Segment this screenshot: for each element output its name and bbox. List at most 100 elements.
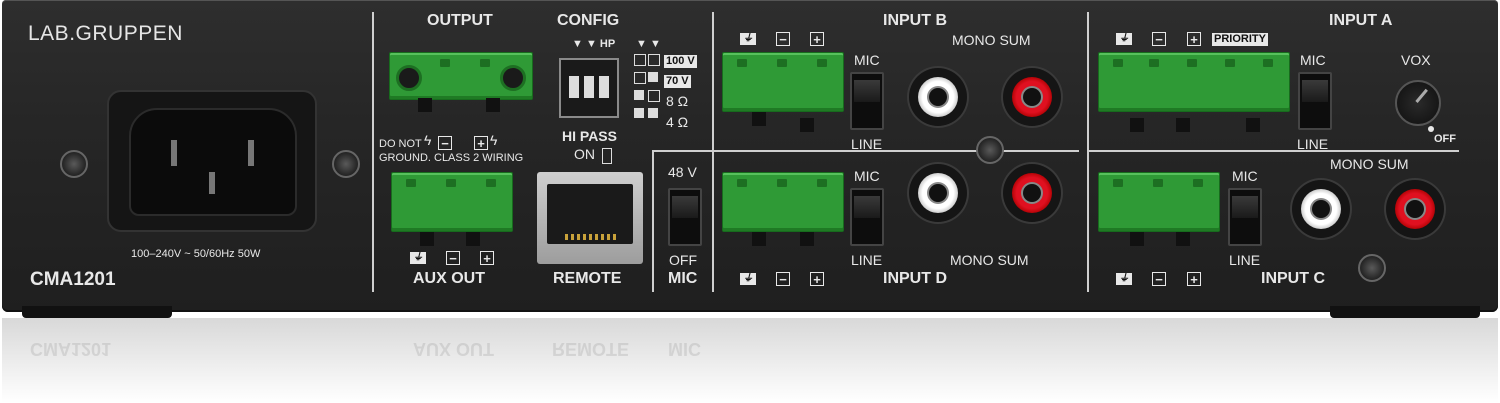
terminal-pin: [1149, 59, 1159, 67]
input-b-mic-label: MIC: [854, 52, 880, 68]
input-d-title: INPUT D: [883, 270, 947, 287]
phantom-power-switch[interactable]: [668, 188, 702, 246]
config-option-4ohm: 4 Ω: [666, 114, 689, 130]
terminal-pin: [1263, 59, 1273, 67]
aux-plus-icon: +: [480, 251, 494, 265]
config-option-100v: 100 V: [664, 55, 697, 68]
output-minus-icon: −: [438, 136, 452, 150]
config-title: CONFIG: [557, 12, 620, 29]
output-screw-right: [500, 65, 526, 91]
terminal-pin: [1225, 59, 1235, 67]
mount-screw-right: [332, 150, 360, 178]
hi-pass-on-label: ON: [574, 146, 595, 162]
divider: [1089, 150, 1459, 152]
input-b-rca-left[interactable]: [909, 68, 967, 126]
aux-out-terminal[interactable]: [391, 172, 513, 232]
input-c-mic-line-switch[interactable]: [1228, 188, 1262, 246]
config-matrix: [634, 52, 662, 130]
config-dip-switch[interactable]: [559, 58, 619, 118]
input-d-terminal[interactable]: [722, 172, 844, 232]
aux-out-title: AUX OUT: [413, 270, 485, 287]
terminal-pin: [1113, 179, 1123, 187]
input-b-terminal[interactable]: [722, 52, 844, 112]
output-terminal[interactable]: [389, 52, 533, 100]
left-foot: [22, 306, 172, 318]
terminal-clip: [1176, 232, 1190, 246]
input-d-plus-icon: +: [810, 272, 824, 286]
hi-pass-label: HI PASS: [562, 128, 617, 144]
divider: [372, 12, 374, 292]
dip-lever[interactable]: [599, 76, 609, 98]
input-b-mic-line-switch[interactable]: [850, 72, 884, 130]
input-d-rca-left[interactable]: [909, 164, 967, 222]
terminal-pin: [1187, 59, 1197, 67]
input-a-title: INPUT A: [1329, 12, 1393, 29]
remote-rj45-port[interactable]: [537, 172, 643, 264]
config-option-70v: 70 V: [664, 75, 691, 88]
divider: [712, 12, 714, 292]
terminal-pin: [777, 59, 787, 67]
terminal-pin: [486, 179, 496, 187]
input-c-line-label: LINE: [1229, 252, 1261, 268]
output-warning-2: GROUND. CLASS 2 WIRING: [379, 152, 524, 164]
pin-earth: [209, 172, 215, 194]
reflection-model: CMA1201: [30, 339, 112, 359]
input-c-plus-icon: +: [1187, 272, 1201, 286]
config-hp-label: ▼ ▼ HP: [572, 38, 616, 50]
output-plus-icon: +: [474, 136, 488, 150]
input-d-minus-icon: −: [776, 272, 790, 286]
terminal-pin: [480, 59, 490, 67]
brand-logo: LAB.GRUPPEN: [28, 22, 183, 45]
input-c-rca-right[interactable]: [1386, 180, 1444, 238]
input-a-ground-icon: ⏚: [1116, 33, 1132, 45]
terminal-pin: [817, 59, 827, 67]
config-arrows: ▼ ▼: [636, 38, 661, 50]
output-warning-1: DO NOT: [379, 138, 422, 150]
input-c-rca-left[interactable]: [1292, 180, 1350, 238]
input-d-line-label: LINE: [851, 252, 883, 268]
input-c-terminal[interactable]: [1098, 172, 1220, 232]
vox-knob[interactable]: [1395, 80, 1441, 126]
divider: [652, 150, 712, 152]
input-a-mic-label: MIC: [1300, 52, 1326, 68]
reflection-remote: REMOTE: [552, 339, 630, 359]
input-c-minus-icon: −: [1152, 272, 1166, 286]
right-foot: [1330, 306, 1480, 318]
reflection-aux: AUX OUT: [413, 339, 494, 359]
input-b-plus-icon: +: [810, 32, 824, 46]
dip-lever[interactable]: [584, 76, 594, 98]
model-name: CMA1201: [30, 269, 116, 290]
dip-lever[interactable]: [569, 76, 579, 98]
terminal-clip: [418, 98, 432, 112]
divider: [1087, 12, 1089, 292]
output-title: OUTPUT: [427, 12, 493, 29]
input-a-line-label: LINE: [1297, 136, 1329, 152]
terminal-pin: [440, 59, 450, 67]
terminal-pin: [817, 179, 827, 187]
power-rating: 100–240V ~ 50/60Hz 50W: [131, 248, 261, 260]
input-d-mono-sum: MONO SUM: [950, 252, 1029, 268]
terminal-clip: [1130, 232, 1144, 246]
input-a-plus-icon: +: [1187, 32, 1201, 46]
input-d-mic-line-switch[interactable]: [850, 188, 884, 246]
terminal-clip: [800, 118, 814, 132]
input-a-priority-badge: PRIORITY: [1212, 33, 1268, 46]
aux-minus-icon: −: [446, 251, 460, 265]
phantom-48v-label: 48 V: [668, 164, 697, 180]
hi-pass-indicator-icon: [602, 148, 612, 164]
vox-off-dot-icon: [1428, 126, 1434, 132]
power-inlet-socket: [129, 108, 297, 216]
input-b-rca-right[interactable]: [1003, 68, 1061, 126]
power-inlet[interactable]: [107, 90, 317, 232]
shock-icon: ϟ: [424, 132, 432, 148]
input-c-mic-label: MIC: [1232, 168, 1258, 184]
terminal-clip: [752, 232, 766, 246]
input-c-mono-sum: MONO SUM: [1330, 156, 1409, 172]
input-a-mic-line-switch[interactable]: [1298, 72, 1332, 130]
input-d-rca-right[interactable]: [1003, 164, 1061, 222]
pin-right: [248, 140, 254, 166]
input-b-minus-icon: −: [776, 32, 790, 46]
terminal-pin: [1113, 59, 1123, 67]
reflection: [2, 318, 1498, 403]
input-a-terminal[interactable]: [1098, 52, 1290, 112]
